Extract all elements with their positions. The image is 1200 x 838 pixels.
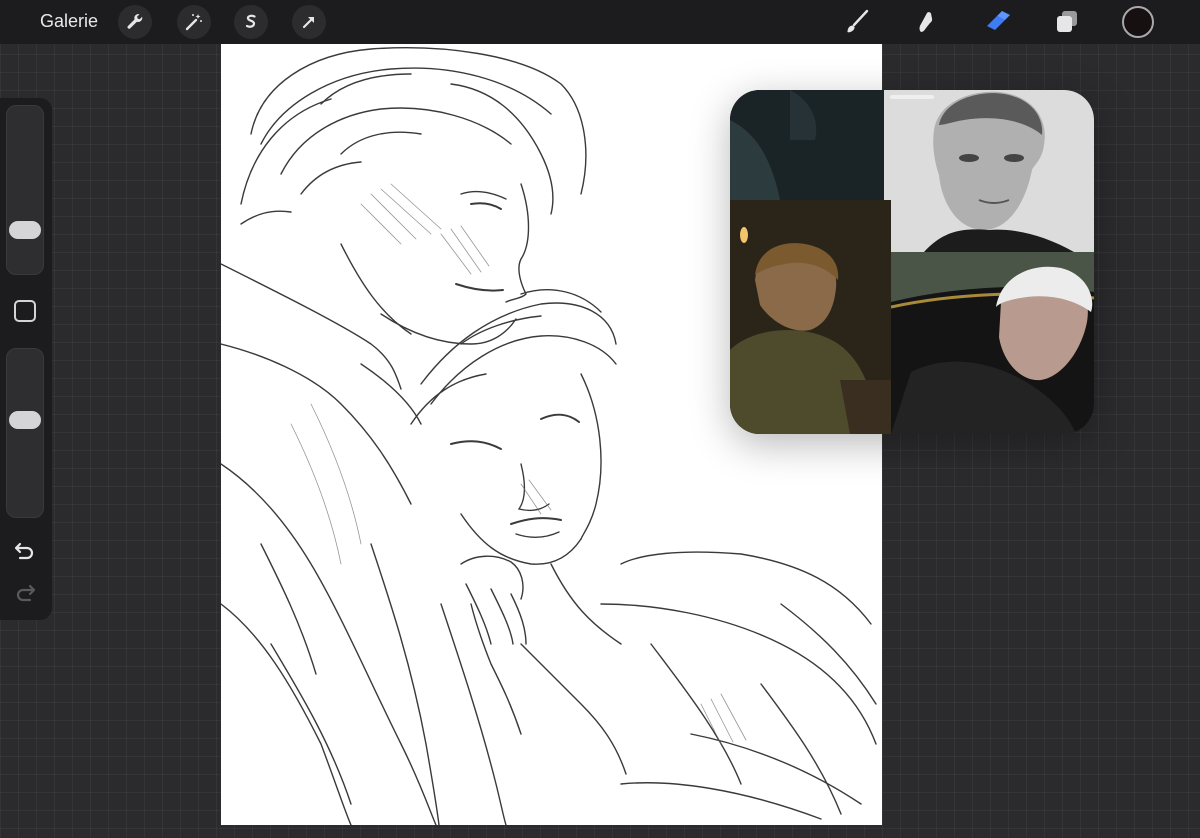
opacity-slider[interactable] bbox=[6, 348, 44, 518]
gallery-button[interactable]: Galerie bbox=[40, 11, 98, 32]
smudge-button[interactable] bbox=[908, 4, 944, 40]
adjustments-button[interactable] bbox=[177, 5, 211, 39]
sidebar bbox=[0, 98, 52, 620]
transform-arrow-icon bbox=[302, 16, 315, 29]
opacity-handle[interactable] bbox=[9, 411, 41, 429]
wrench-icon bbox=[127, 14, 143, 29]
eraser-icon bbox=[987, 11, 1010, 30]
selection-button[interactable] bbox=[234, 5, 268, 39]
photo-bw-portrait bbox=[884, 90, 1094, 252]
reference-window[interactable] bbox=[730, 90, 1094, 434]
photo-candlelit-man bbox=[730, 200, 891, 434]
smudge-icon bbox=[919, 12, 933, 32]
photo-dark-scene bbox=[730, 90, 884, 200]
brush-size-handle[interactable] bbox=[9, 221, 41, 239]
layers-button[interactable] bbox=[1049, 4, 1085, 40]
transform-button[interactable] bbox=[292, 5, 326, 39]
color-swatch[interactable] bbox=[1122, 6, 1154, 38]
reference-drag-handle[interactable] bbox=[890, 95, 934, 99]
actions-button[interactable] bbox=[118, 5, 152, 39]
eraser-button[interactable] bbox=[979, 4, 1015, 40]
top-toolbar: Galerie bbox=[0, 0, 1200, 44]
layers-icon bbox=[1057, 11, 1077, 32]
magic-wand-icon bbox=[185, 14, 202, 31]
undo-icon[interactable] bbox=[12, 538, 38, 564]
brush-button[interactable] bbox=[839, 4, 875, 40]
photo-white-haired-man bbox=[891, 252, 1094, 434]
brush-size-slider[interactable] bbox=[6, 105, 44, 275]
redo-icon[interactable] bbox=[12, 580, 38, 606]
brush-icon bbox=[847, 9, 869, 33]
modifier-button[interactable] bbox=[14, 300, 36, 322]
selection-icon bbox=[245, 14, 256, 28]
